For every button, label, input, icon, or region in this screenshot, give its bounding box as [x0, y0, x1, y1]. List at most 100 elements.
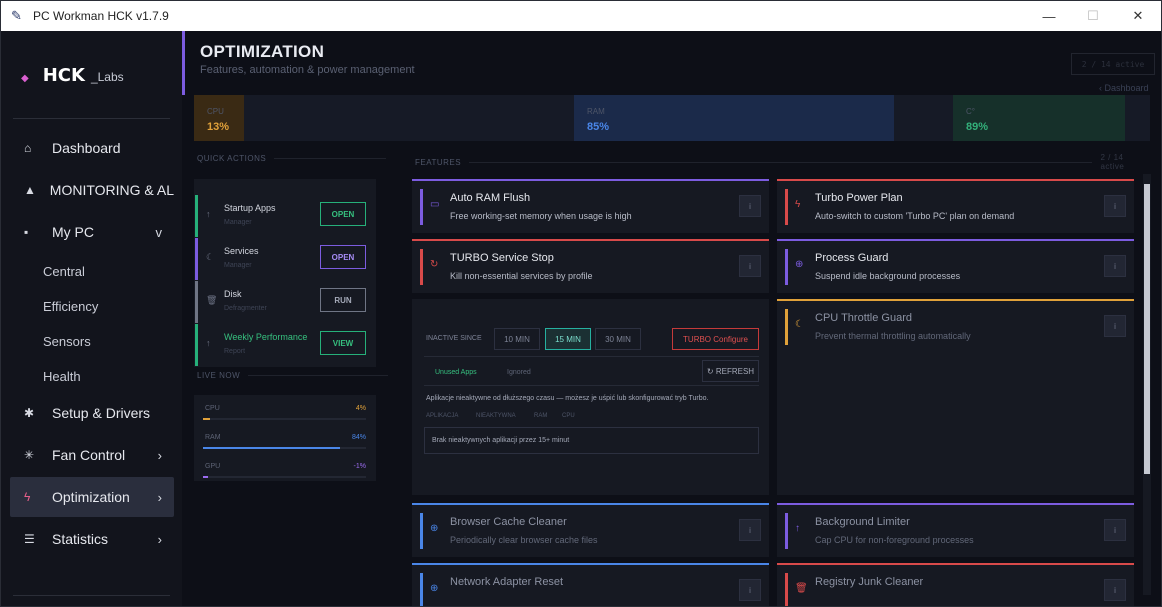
card-accent-bar [420, 513, 423, 549]
live-metric-value: 4% [355, 405, 366, 412]
info-button[interactable]: i [739, 579, 761, 601]
scrollbar-thumb[interactable] [1144, 184, 1150, 474]
live-metric-value: 84% [351, 434, 366, 441]
quick-action-icon: 🗑 [206, 295, 218, 305]
sidebar: ◆ HCK _Labs ⌂ Dashboard ▲ MONITORING & AL ▪ M… [1, 31, 182, 606]
view-button[interactable]: VIEW [320, 331, 366, 355]
fan-icon: ✳ [24, 448, 35, 462]
live-metric-bar [203, 447, 366, 449]
card-accent-bar [785, 189, 788, 225]
option-15-min[interactable]: 15 MIN [545, 328, 591, 350]
scrollbar[interactable] [1143, 174, 1151, 595]
live-now-panel: CPU 4% RAM 84% GPU -1% [194, 395, 376, 481]
quick-action-subtitle: Manager [224, 262, 252, 269]
sidebar-item-label: My PC [52, 224, 94, 240]
feature-card-browser-cache-cleaner[interactable]: ⊕ Browser Cache Cleaner Periodically clear… [412, 503, 769, 557]
feature-card-cpu-throttle-guard[interactable]: ☾ CPU Throttle Guard Prevent thermal throt… [777, 299, 1134, 495]
quick-action-disk: 🗑 Disk Defragmenter RUN [195, 281, 375, 323]
brand-name: HCK [42, 65, 85, 86]
feature-card-process-guard[interactable]: ⊕ Process Guard Suspend idle background pr… [777, 239, 1134, 293]
live-now-header: LIVE NOW [197, 371, 397, 380]
info-button[interactable]: i [739, 519, 761, 541]
sidebar-subitem-central[interactable]: Central [43, 264, 85, 279]
background-limiter-icon: ↑ [795, 523, 800, 534]
section-divider [248, 375, 389, 376]
sidebar-subitem-efficiency[interactable]: Efficiency [43, 299, 98, 314]
maximize-button[interactable]: ☐ [1070, 1, 1116, 31]
run-button[interactable]: RUN [320, 288, 366, 312]
feature-card-turbo-service-stop[interactable]: ↻ TURBO Service Stop Kill non-essential se… [412, 239, 769, 293]
quick-action-name: Weekly Performance [224, 332, 308, 342]
live-metric-label: RAM [205, 434, 221, 441]
empty-message: Brak nieaktywnych aplikacji przez 15+ mi… [432, 437, 570, 444]
sidebar-subitem-sensors[interactable]: Sensors [43, 334, 91, 349]
feature-card-turbo-power-plan[interactable]: ϟ Turbo Power Plan Auto-switch to custom '… [777, 179, 1134, 233]
sidebar-subitem-health[interactable]: Health [43, 369, 81, 384]
home-icon: ⌂ [24, 141, 32, 155]
tab-unused-apps[interactable]: Unused Apps [435, 369, 477, 376]
info-button[interactable]: i [1104, 579, 1126, 601]
card-accent-bar [785, 573, 788, 606]
sidebar-item-my-pc[interactable]: ▪ My PC v [10, 212, 174, 252]
info-button[interactable]: i [739, 195, 761, 217]
column-application: APLIKACJA [426, 413, 459, 419]
stat-value: 13% [207, 121, 230, 133]
turbo-configure-button[interactable]: TURBO Configure [672, 328, 759, 350]
info-button[interactable]: i [1104, 315, 1126, 337]
quick-actions-header: QUICK ACTIONS [197, 154, 397, 163]
brand-suffix: _Labs [90, 70, 124, 84]
feature-title: Network Adapter Reset [450, 576, 564, 588]
close-button[interactable]: ✕ [1115, 1, 1161, 31]
feature-description: Free working-set memory when usage is hi… [450, 211, 632, 221]
column-inactive: NIEAKTYWNA [476, 413, 516, 419]
feature-title: Browser Cache Cleaner [450, 516, 567, 528]
sidebar-item-fan-control[interactable]: ✳ Fan Control › [10, 435, 174, 475]
sidebar-divider [13, 118, 170, 119]
feature-card-background-limiter[interactable]: ↑ Background Limiter Cap CPU for non-foreg… [777, 503, 1134, 557]
feature-title: TURBO Service Stop [450, 252, 554, 264]
info-button[interactable]: i [1104, 255, 1126, 277]
refresh-button[interactable]: ↻ REFRESH [702, 360, 759, 382]
sidebar-item-setup-drivers[interactable]: ✱ Setup & Drivers [10, 393, 174, 433]
hibernation-settings-panel: INACTIVE SINCE 10 MIN 15 MIN 30 MIN TURB… [412, 299, 769, 495]
chevron-right-icon: › [157, 447, 162, 463]
feature-description: Suspend idle background processes [815, 271, 961, 281]
network-adapter-reset-icon: ⊕ [430, 583, 439, 594]
tab-ignored[interactable]: Ignored [507, 369, 531, 376]
minimize-button[interactable]: — [1026, 1, 1072, 31]
app-window: ✎ PC Workman HCK v1.7.9 — ☐ ✕ ◆ HCK _Lab… [0, 0, 1162, 607]
sidebar-item-optimization[interactable]: ϟ Optimization › [10, 477, 174, 517]
open-button[interactable]: OPEN [320, 245, 366, 269]
sidebar-item-statistics[interactable]: ☰ Statistics › [10, 519, 174, 559]
features-count: 2 / 14 active [1100, 153, 1125, 171]
main-content: OPTIMIZATION Features, automation & powe… [182, 31, 1161, 606]
feature-card-network-adapter-reset[interactable]: ⊕ Network Adapter Reset i [412, 563, 769, 606]
option-30-min[interactable]: 30 MIN [595, 328, 641, 350]
feature-card-registry-junk-cleaner[interactable]: 🗑 Registry Junk Cleaner i [777, 563, 1134, 606]
features-title: FEATURES [415, 157, 462, 167]
lightning-icon: ϟ [24, 490, 31, 504]
sidebar-item-label: MONITORING & AL [49, 182, 174, 198]
list-icon: ☰ [24, 532, 35, 546]
quick-action-services: ☾ Services Manager OPEN [195, 238, 375, 280]
feature-description: Periodically clear browser cache files [450, 535, 598, 545]
sidebar-item-dashboard[interactable]: ⌂ Dashboard [10, 128, 174, 168]
card-accent-bar [420, 189, 423, 225]
page-title: OPTIMIZATION [200, 42, 325, 61]
dashboard-link[interactable]: ‹ Dashboard [1099, 83, 1149, 93]
apps-list: Brak nieaktywnych aplikacji przez 15+ mi… [424, 427, 759, 454]
sidebar-item-label: Statistics [52, 531, 109, 547]
info-button[interactable]: i [739, 255, 761, 277]
inactive-since-label: INACTIVE SINCE [426, 335, 482, 342]
info-button[interactable]: i [1104, 519, 1126, 541]
option-10-min[interactable]: 10 MIN [494, 328, 540, 350]
live-metric-label: CPU [205, 405, 220, 412]
feature-title: Background Limiter [815, 516, 910, 528]
info-button[interactable]: i [1104, 195, 1126, 217]
feather-icon: ✎ [11, 8, 22, 23]
open-button[interactable]: OPEN [320, 202, 366, 226]
card-accent-bar [785, 309, 788, 345]
sidebar-item-monitoring-al[interactable]: ▲ MONITORING & AL [10, 170, 174, 210]
feature-card-auto-ram-flush[interactable]: ▭ Auto RAM Flush Free working-set memory w… [412, 179, 769, 233]
info-text: Aplikacje nieaktywne od dłuższego czasu … [426, 395, 709, 402]
